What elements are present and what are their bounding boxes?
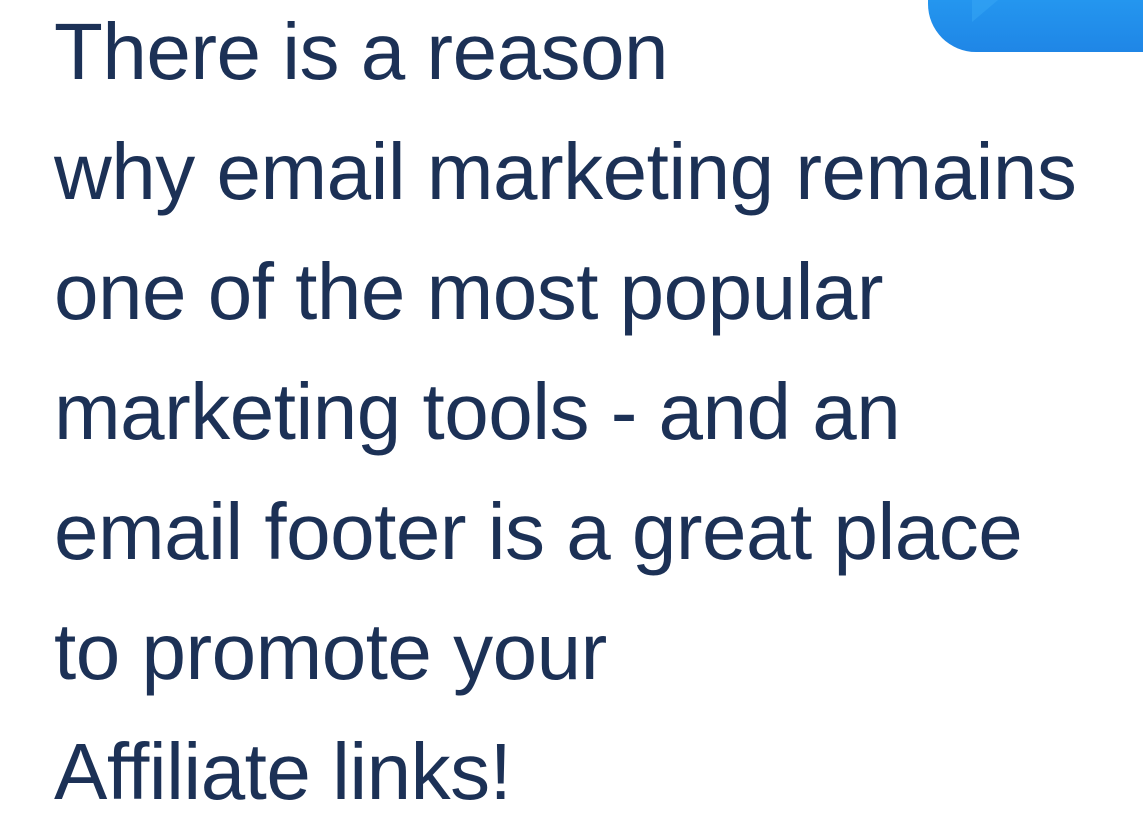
message-text: There is a reason why email marketing re… (54, 0, 1134, 832)
message-line: There is a reason (54, 7, 669, 96)
message-line: one of the most popular (54, 247, 884, 336)
message-line: email footer is a great place (54, 487, 1023, 576)
message-line: to promote your (54, 607, 607, 696)
message-line: Affiliate links! (54, 727, 512, 816)
message-line: marketing tools - and an (54, 367, 901, 456)
message-line: why email marketing remains (54, 127, 1077, 216)
